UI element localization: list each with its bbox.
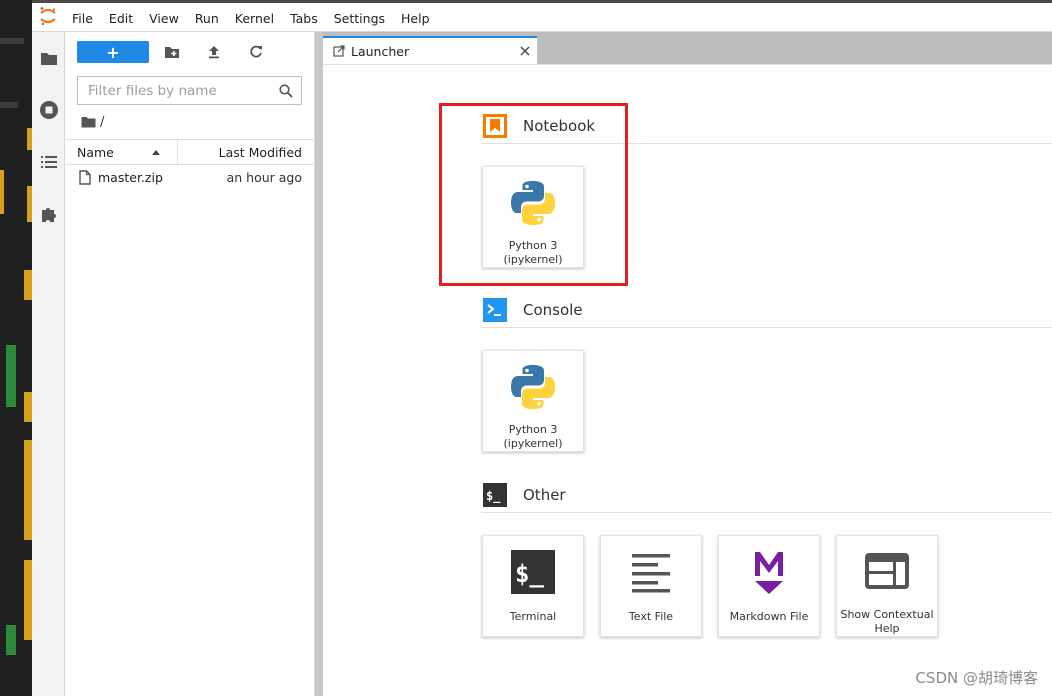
card-label: Show Contextual Help xyxy=(840,608,934,635)
bg-mark xyxy=(24,392,32,422)
folder-icon xyxy=(40,53,57,65)
close-icon xyxy=(520,46,530,56)
section-title: Other xyxy=(523,485,566,504)
breadcrumb-root[interactable]: / xyxy=(100,115,104,130)
tab-launcher[interactable]: Launcher xyxy=(323,36,537,64)
bg-mark xyxy=(24,440,32,540)
menubar: File Edit View Run Kernel Tabs Settings … xyxy=(32,0,1052,32)
file-modified: an hour ago xyxy=(226,170,302,185)
menu-settings[interactable]: Settings xyxy=(326,1,393,31)
tab-label: Launcher xyxy=(351,43,410,59)
sort-ascending-icon xyxy=(152,150,160,155)
python-logo-icon xyxy=(507,361,559,413)
file-name-cell: master.zip xyxy=(65,170,227,185)
markdown-icon xyxy=(743,546,795,598)
file-browser-panel: + / Name Last Modified master.zip an hou xyxy=(65,32,315,696)
svg-text:$_: $_ xyxy=(515,560,544,588)
upload-button[interactable] xyxy=(193,41,235,63)
notebook-python3-card[interactable]: Python 3 (ipykernel) xyxy=(482,166,584,268)
home-folder-icon[interactable] xyxy=(81,116,96,128)
main-tab-bar: Launcher xyxy=(323,32,1052,64)
launcher-tab-icon xyxy=(333,45,345,57)
menu-view[interactable]: View xyxy=(141,1,187,31)
section-console: Console xyxy=(481,292,1052,328)
section-notebook: Notebook xyxy=(481,108,1052,144)
text-file-icon xyxy=(625,546,677,598)
card-label: Text File xyxy=(628,610,674,623)
tab-close-button[interactable] xyxy=(513,46,537,56)
section-title: Notebook xyxy=(523,116,596,135)
new-launcher-button[interactable]: + xyxy=(77,41,149,63)
terminal-card[interactable]: $_ Terminal xyxy=(482,535,584,637)
markdown-file-card[interactable]: Markdown File xyxy=(718,535,820,637)
search-icon xyxy=(279,83,293,98)
panel-splitter[interactable] xyxy=(315,32,323,696)
svg-text:$_: $_ xyxy=(486,489,501,504)
jupyter-logo-icon xyxy=(32,1,64,31)
sidebar-toc[interactable] xyxy=(32,136,65,188)
refresh-button[interactable] xyxy=(235,41,277,63)
card-label: Markdown File xyxy=(729,610,809,623)
upload-icon xyxy=(209,46,219,59)
column-name-header[interactable]: Name xyxy=(65,140,178,164)
file-browser-toolbar: + xyxy=(65,32,314,72)
bg-mark xyxy=(6,345,16,407)
sidebar-running[interactable] xyxy=(32,84,65,136)
running-icon xyxy=(39,101,58,119)
launcher-panel: Notebook Python 3 (ipykernel) Console Py… xyxy=(323,64,1052,696)
bg-mark xyxy=(24,270,32,300)
watermark-text: CSDN @胡琦博客 xyxy=(915,669,1038,687)
column-modified-header[interactable]: Last Modified xyxy=(178,140,314,164)
card-label: Python 3 (ipykernel) xyxy=(503,423,563,450)
file-list-header: Name Last Modified xyxy=(65,139,314,165)
toc-icon xyxy=(40,156,57,168)
new-folder-button[interactable] xyxy=(151,41,193,63)
breadcrumb: / xyxy=(65,105,314,139)
file-filter-input[interactable] xyxy=(88,82,279,99)
extension-icon xyxy=(41,208,56,222)
console-icon xyxy=(481,296,509,324)
menu-run[interactable]: Run xyxy=(187,1,227,31)
file-filter-box xyxy=(77,76,302,105)
bg-mark xyxy=(0,38,24,44)
section-other: $_ Other xyxy=(481,477,1052,513)
bg-mark xyxy=(6,625,16,655)
bg-mark xyxy=(0,170,4,214)
file-icon xyxy=(79,170,91,185)
section-title: Console xyxy=(523,300,583,319)
refresh-icon xyxy=(250,45,262,58)
menu-file[interactable]: File xyxy=(64,1,101,31)
file-name: master.zip xyxy=(98,170,163,185)
sidebar-extensions[interactable] xyxy=(32,188,65,240)
background-window-strip xyxy=(0,0,32,696)
bg-mark xyxy=(0,102,18,108)
contextual-help-card[interactable]: Show Contextual Help xyxy=(836,535,938,637)
console-python3-card[interactable]: Python 3 (ipykernel) xyxy=(482,350,584,452)
file-row[interactable]: master.zip an hour ago xyxy=(65,165,314,190)
bg-mark xyxy=(24,560,32,640)
menu-help[interactable]: Help xyxy=(393,1,438,31)
card-label: Terminal xyxy=(509,610,557,623)
terminal-icon: $_ xyxy=(507,546,559,598)
contextual-help-icon xyxy=(861,546,913,596)
menu-edit[interactable]: Edit xyxy=(101,1,141,31)
menu-tabs[interactable]: Tabs xyxy=(282,1,326,31)
column-modified-label: Last Modified xyxy=(218,144,302,160)
new-folder-icon xyxy=(165,47,179,58)
menu-kernel[interactable]: Kernel xyxy=(227,1,282,31)
python-logo-icon xyxy=(507,177,559,229)
card-label: Python 3 (ipykernel) xyxy=(503,239,563,266)
sidebar-file-browser[interactable] xyxy=(32,32,65,84)
column-name-label: Name xyxy=(77,144,114,160)
left-sidebar xyxy=(32,32,65,696)
text-file-card[interactable]: Text File xyxy=(600,535,702,637)
other-terminal-icon: $_ xyxy=(481,481,509,509)
notebook-icon xyxy=(481,112,509,140)
